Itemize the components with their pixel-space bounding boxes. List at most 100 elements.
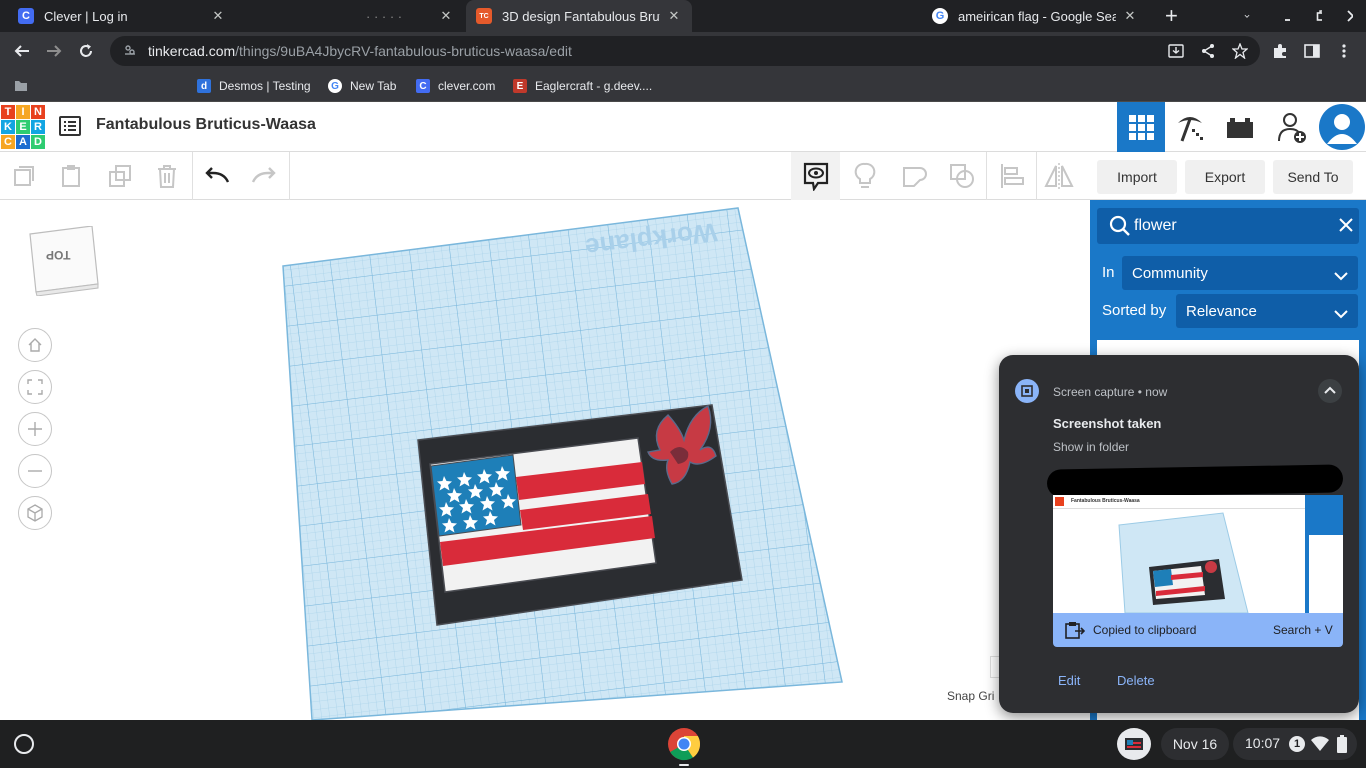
tinkercad-logo[interactable]: T I N K E R C A D bbox=[1, 105, 45, 149]
bookmarks-bar: d Desmos | Testing G New Tab C clever.co… bbox=[0, 70, 1366, 162]
thumb-header-accent bbox=[1305, 495, 1343, 509]
bricks-icon[interactable] bbox=[1216, 102, 1264, 152]
design-list-icon[interactable] bbox=[58, 114, 82, 138]
new-tab-button[interactable]: + bbox=[1155, 0, 1185, 32]
tab-title: ameirican flag - Google Search bbox=[958, 8, 1116, 24]
notification-title: Screenshot taken bbox=[1053, 416, 1162, 431]
import-button[interactable]: Import bbox=[1097, 160, 1177, 194]
tab-search-chevron-icon[interactable] bbox=[1234, 0, 1260, 32]
lightbulb-icon[interactable] bbox=[849, 160, 881, 192]
restore-icon[interactable] bbox=[1306, 0, 1332, 32]
minimize-icon[interactable] bbox=[1274, 0, 1300, 32]
holding-space-thumbnail[interactable] bbox=[1117, 728, 1151, 760]
browser-toolbar: tinkercad.com /things/9uBA4JbycRV-fantab… bbox=[0, 32, 1366, 70]
desmos-icon: d bbox=[197, 79, 211, 93]
mirror-icon[interactable] bbox=[1043, 160, 1075, 192]
category-select[interactable]: Community bbox=[1122, 256, 1358, 290]
export-button[interactable]: Export bbox=[1185, 160, 1265, 194]
bookmark-new-tab[interactable]: G New Tab bbox=[328, 76, 396, 96]
bookmark-label: Eaglercraft - g.deev.... bbox=[535, 79, 653, 93]
chromeos-shelf: Nov 16 10:07 1 bbox=[0, 720, 1366, 768]
chevron-down-icon bbox=[1334, 268, 1348, 285]
bookmark-label: New Tab bbox=[350, 79, 397, 93]
redaction-mark bbox=[1046, 464, 1344, 498]
tab-blank[interactable]: · · · · · ✕ bbox=[236, 0, 464, 32]
close-tab-icon[interactable]: ✕ bbox=[666, 8, 682, 24]
send-to-button[interactable]: Send To bbox=[1273, 160, 1353, 194]
notification-app: Screen capture bbox=[1053, 385, 1135, 399]
collapse-chevron-icon[interactable] bbox=[1318, 379, 1342, 403]
search-box[interactable]: flower bbox=[1097, 208, 1359, 244]
delete-button[interactable]: Delete bbox=[1117, 673, 1155, 688]
launcher-icon[interactable] bbox=[14, 734, 34, 754]
chrome-menu-icon[interactable] bbox=[1331, 38, 1357, 64]
close-tab-icon[interactable]: ✕ bbox=[438, 8, 454, 24]
notes-eye-icon[interactable] bbox=[800, 160, 832, 192]
extensions-puzzle-icon[interactable] bbox=[1267, 38, 1293, 64]
url-path: /things/9uBA4JbycRV-fantabulous-bruticus… bbox=[235, 43, 572, 59]
bookmark-label: clever.com bbox=[438, 79, 496, 93]
chrome-icon[interactable] bbox=[667, 727, 701, 761]
design-title[interactable]: Fantabulous Bruticus-Waasa bbox=[96, 116, 316, 134]
date-tray[interactable]: Nov 16 bbox=[1161, 728, 1229, 760]
3d-workspace[interactable]: TOP Workplane Snap Gri bbox=[0, 200, 1090, 720]
logo-letter: R bbox=[31, 120, 45, 134]
toolbar-divider bbox=[1036, 152, 1037, 200]
align-icon[interactable] bbox=[996, 160, 1028, 192]
thumb-logo bbox=[1055, 497, 1064, 506]
snap-grid-label[interactable]: Snap Gri bbox=[947, 689, 994, 703]
tab-title: 3D design Fantabulous Brutic bbox=[502, 8, 660, 24]
thumb-results bbox=[1309, 535, 1343, 613]
edit-button[interactable]: Edit bbox=[1058, 673, 1080, 688]
bookmark-folder-icon[interactable] bbox=[14, 76, 28, 96]
screen-capture-icon bbox=[1015, 379, 1039, 403]
ungroup-icon[interactable] bbox=[946, 160, 978, 192]
back-arrow-icon[interactable] bbox=[9, 38, 35, 64]
site-info-icon[interactable] bbox=[124, 43, 136, 59]
bookmark-star-icon[interactable] bbox=[1227, 38, 1253, 64]
codeblocks-pickaxe-icon[interactable] bbox=[1166, 102, 1214, 152]
side-panel-icon[interactable] bbox=[1299, 38, 1325, 64]
tab-clever[interactable]: C Clever | Log in ✕ bbox=[8, 0, 236, 32]
close-window-icon[interactable] bbox=[1337, 0, 1363, 32]
url-host: tinkercad.com bbox=[148, 43, 236, 59]
install-app-icon[interactable] bbox=[1163, 38, 1189, 64]
tab-title: Clever | Log in bbox=[44, 8, 128, 24]
forward-arrow-icon[interactable] bbox=[41, 38, 67, 64]
flag-model[interactable] bbox=[0, 200, 1090, 720]
close-tab-icon[interactable]: ✕ bbox=[1122, 8, 1138, 24]
status-tray[interactable]: 10:07 1 bbox=[1233, 728, 1357, 760]
tab-google-search[interactable]: G ameirican flag - Google Search ✕ bbox=[922, 0, 1148, 32]
notification-app-line: Screen capture • now bbox=[1053, 385, 1167, 399]
bookmark-clever[interactable]: C clever.com bbox=[416, 76, 495, 96]
screenshot-notification[interactable]: Screen capture • now Screenshot taken Sh… bbox=[999, 355, 1359, 713]
chevron-down-icon bbox=[1334, 306, 1348, 323]
bookmark-desmos[interactable]: d Desmos | Testing bbox=[197, 76, 311, 96]
copy-icon[interactable] bbox=[8, 160, 40, 192]
category-select-value: Community bbox=[1132, 264, 1208, 282]
paste-icon[interactable] bbox=[55, 160, 87, 192]
close-tab-icon[interactable]: ✕ bbox=[210, 8, 226, 24]
screenshot-thumbnail[interactable]: Fantabulous Bruticus-Waasa bbox=[1053, 495, 1343, 613]
undo-icon[interactable] bbox=[201, 160, 233, 192]
share-icon[interactable] bbox=[1195, 38, 1221, 64]
clipboard-bar[interactable]: Copied to clipboard Search + V bbox=[1053, 613, 1343, 647]
bookmark-eaglercraft[interactable]: E Eaglercraft - g.deev.... bbox=[513, 76, 652, 96]
tab-tinkercad[interactable]: TC 3D design Fantabulous Brutic ✕ bbox=[466, 0, 692, 32]
trash-icon[interactable] bbox=[151, 160, 183, 192]
notification-time: now bbox=[1145, 385, 1168, 399]
redo-icon[interactable] bbox=[248, 160, 280, 192]
search-input[interactable]: flower bbox=[1134, 217, 1177, 235]
clear-search-icon[interactable] bbox=[1339, 218, 1353, 237]
invite-user-icon[interactable] bbox=[1268, 102, 1316, 152]
group-icon[interactable] bbox=[898, 160, 930, 192]
reload-icon[interactable] bbox=[73, 38, 99, 64]
sort-select[interactable]: Relevance bbox=[1176, 294, 1358, 328]
address-bar[interactable]: tinkercad.com /things/9uBA4JbycRV-fantab… bbox=[110, 36, 1260, 66]
show-in-folder-link[interactable]: Show in folder bbox=[1053, 440, 1129, 454]
3d-view-grid-icon[interactable] bbox=[1117, 102, 1165, 152]
logo-letter: K bbox=[1, 120, 15, 134]
user-avatar[interactable] bbox=[1318, 102, 1366, 152]
sort-select-value: Relevance bbox=[1186, 302, 1257, 320]
duplicate-icon[interactable] bbox=[104, 160, 136, 192]
